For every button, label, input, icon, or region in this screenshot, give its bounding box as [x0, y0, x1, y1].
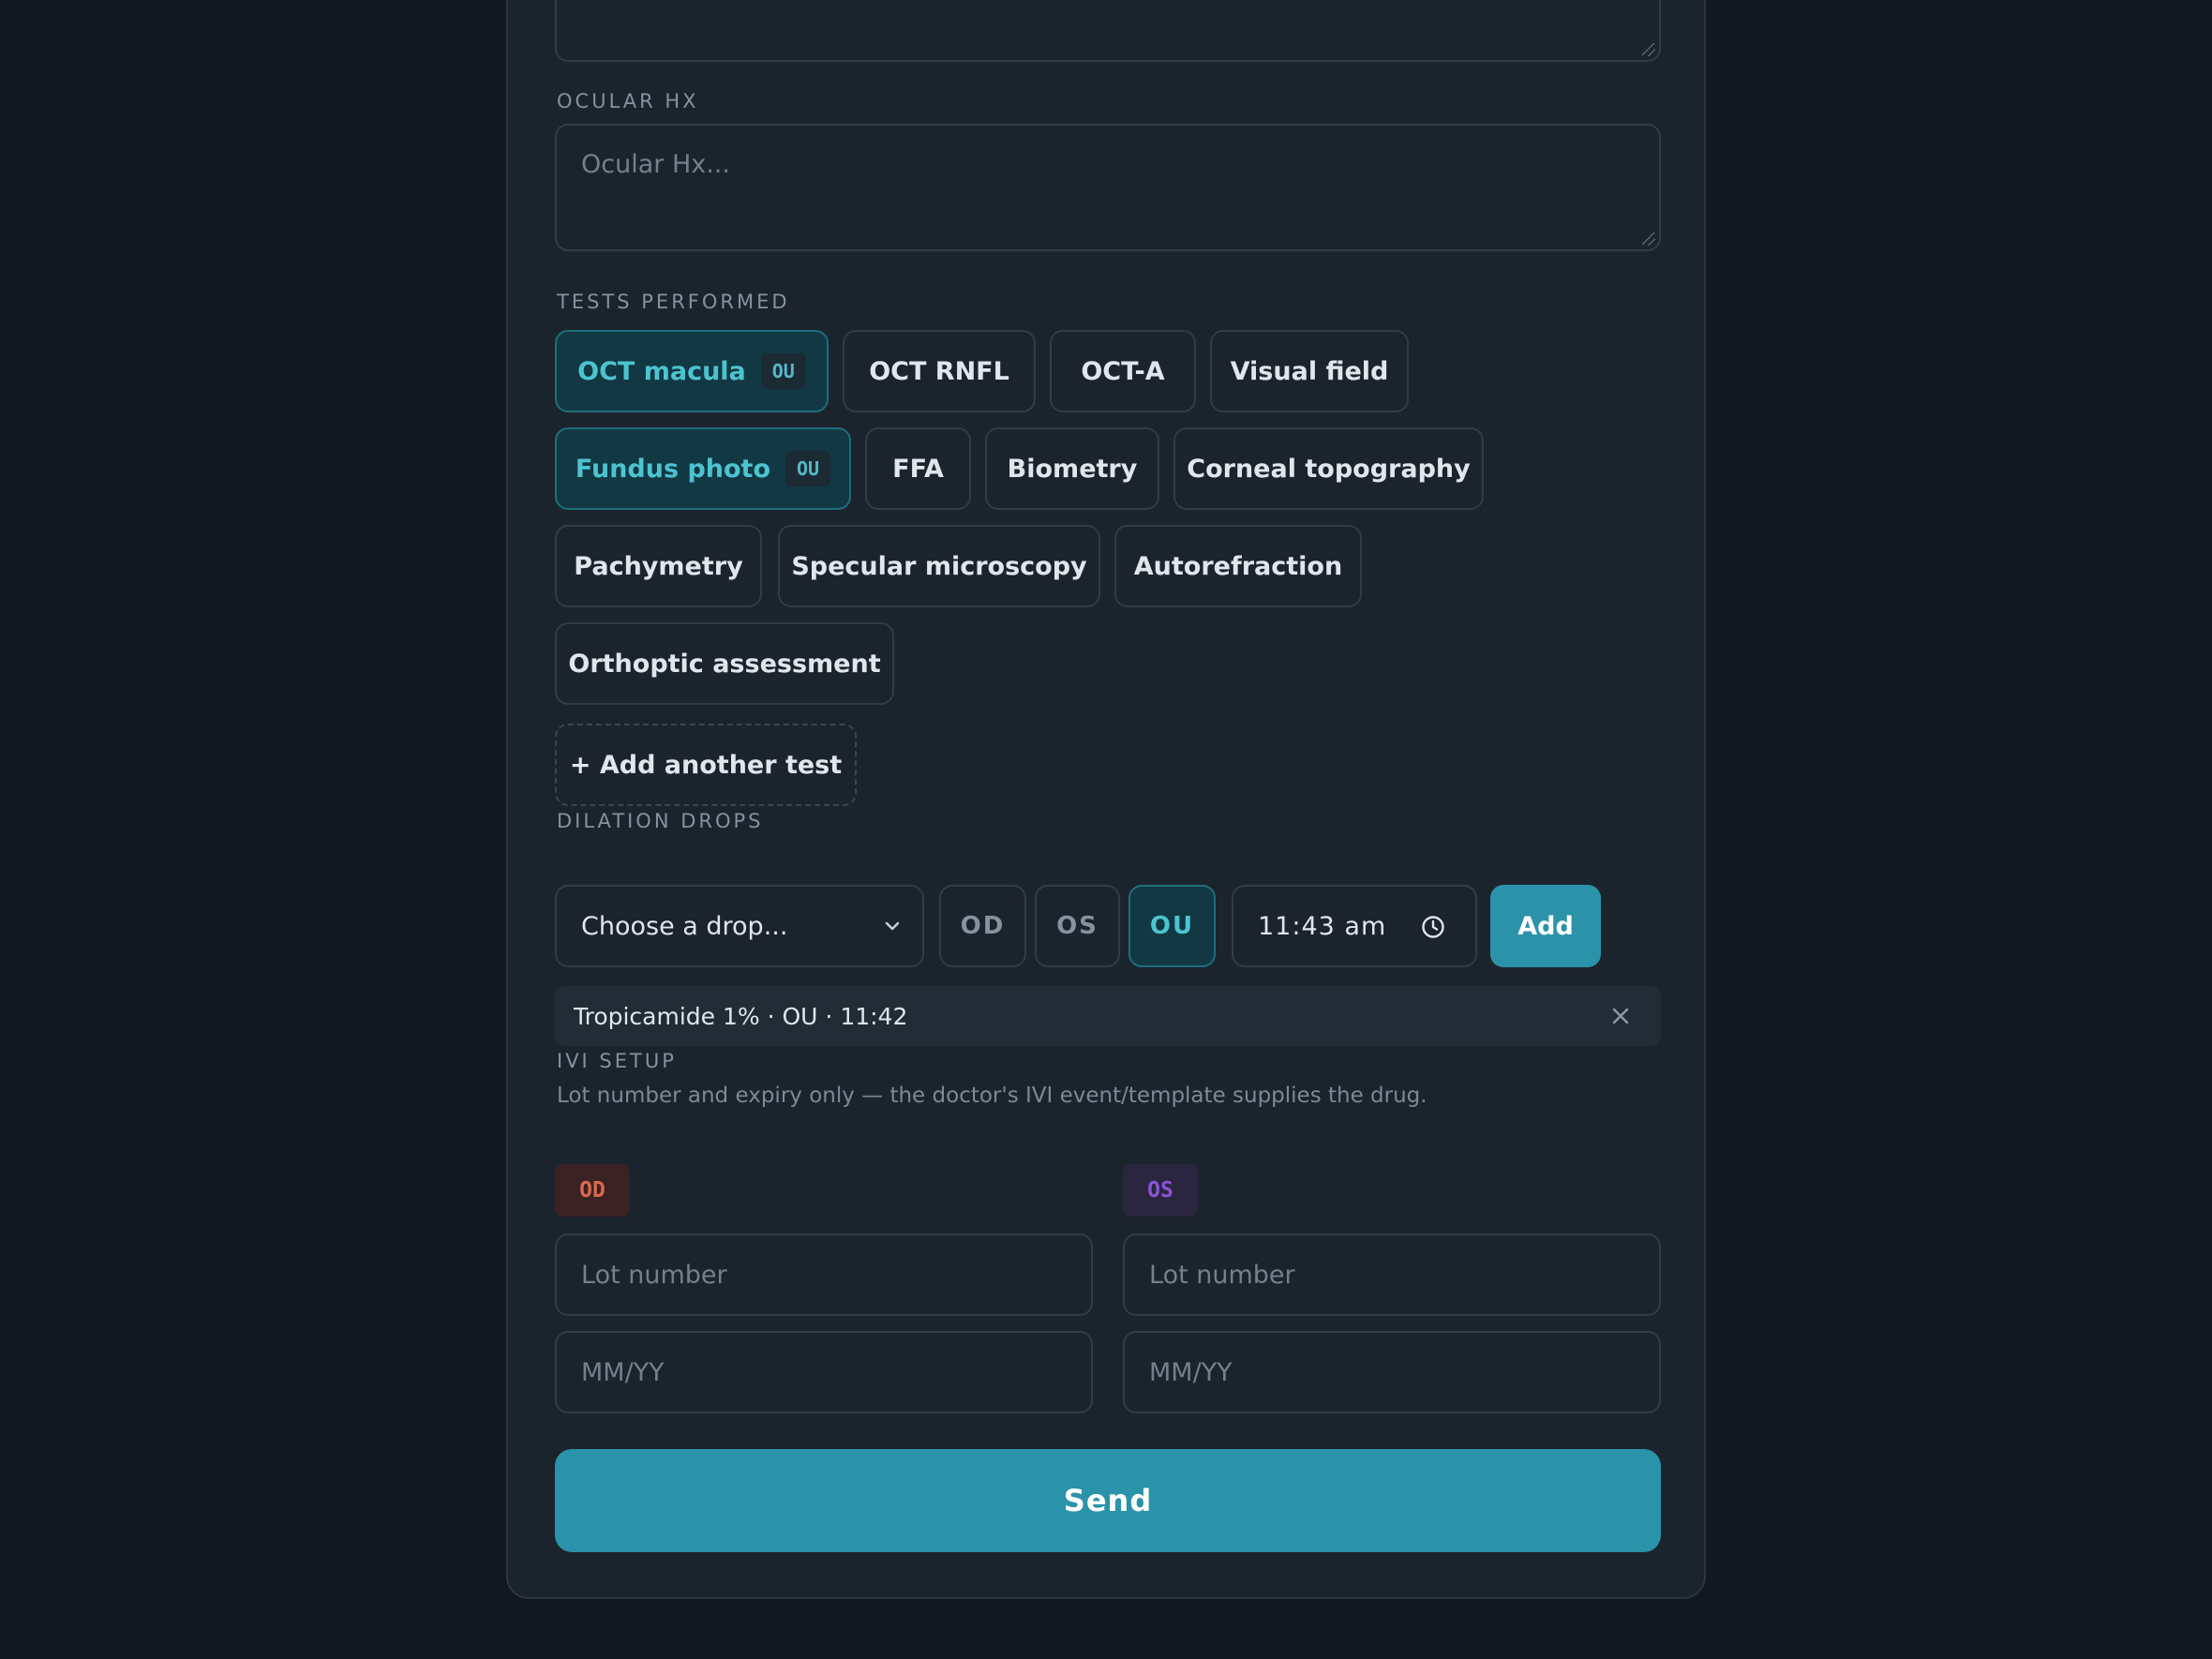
dilation-drops-label: DILATION DROPS — [557, 810, 764, 832]
test-chip-label: Biometry — [1007, 454, 1138, 484]
ivi-setup-label: IVI SETUP — [557, 1050, 677, 1072]
eye-badge: OU — [785, 451, 831, 486]
test-chip-label: Orthoptic assessment — [568, 649, 881, 679]
od-lot-number-placeholder: Lot number — [581, 1260, 727, 1290]
ocular-hx-label: OCULAR HX — [557, 90, 699, 112]
eye-toggle-od[interactable]: OD — [939, 885, 1026, 967]
ivi-hint: Lot number and expiry only — the doctor'… — [557, 1084, 1427, 1108]
ocular-hx-textarea[interactable]: Ocular Hx... — [555, 124, 1661, 251]
od-expiry-input[interactable]: MM/YY — [555, 1331, 1093, 1413]
test-chip-label: OCT RNFL — [869, 356, 1009, 386]
previous-textarea[interactable] — [555, 0, 1661, 62]
test-chip-corneal-topography[interactable]: Corneal topography — [1173, 427, 1484, 510]
add-drop-button[interactable]: Add — [1490, 885, 1601, 967]
clock-icon[interactable] — [1421, 915, 1445, 939]
resize-grip-icon[interactable] — [1642, 43, 1655, 56]
test-chip-oct-a[interactable]: OCT-A — [1050, 330, 1196, 412]
add-test-label: + Add another test — [569, 750, 843, 780]
test-chip-label: Specular microscopy — [791, 551, 1087, 581]
test-chip-oct-rnfl[interactable]: OCT RNFL — [843, 330, 1036, 412]
resize-grip-icon[interactable] — [1642, 232, 1655, 246]
test-chip-label: OCT-A — [1081, 356, 1165, 386]
time-value: 11:43 am — [1258, 911, 1387, 941]
eye-toggle-label: OD — [960, 912, 1006, 940]
tests-performed-label: TESTS PERFORMED — [557, 291, 790, 313]
drop-select[interactable]: Choose a drop... — [555, 885, 924, 967]
test-chip-label: OCT macula — [577, 356, 746, 386]
os-expiry-placeholder: MM/YY — [1149, 1357, 1233, 1387]
od-lot-number-input[interactable]: Lot number — [555, 1233, 1093, 1316]
drop-entry-text: Tropicamide 1% · OU · 11:42 — [574, 1002, 908, 1030]
add-drop-label: Add — [1517, 911, 1574, 941]
form-card: OCULAR HX Ocular Hx... TESTS PERFORMED O… — [506, 0, 1706, 1599]
eye-toggle-ou[interactable]: OU — [1128, 885, 1216, 967]
test-chip-label: Corneal topography — [1187, 454, 1471, 484]
test-chip-visual-field[interactable]: Visual field — [1210, 330, 1409, 412]
test-chip-ffa[interactable]: FFA — [865, 427, 971, 510]
add-test-button[interactable]: + Add another test — [555, 724, 857, 806]
od-expiry-placeholder: MM/YY — [581, 1357, 665, 1387]
os-lot-number-input[interactable]: Lot number — [1123, 1233, 1661, 1316]
time-input[interactable]: 11:43 am — [1232, 885, 1477, 967]
test-chip-biometry[interactable]: Biometry — [985, 427, 1159, 510]
test-chip-autorefraction[interactable]: Autorefraction — [1114, 525, 1362, 607]
send-button[interactable]: Send — [555, 1449, 1661, 1552]
test-chip-label: Visual field — [1230, 356, 1389, 386]
eye-toggle-label: OS — [1056, 912, 1099, 940]
os-lot-number-placeholder: Lot number — [1149, 1260, 1295, 1290]
test-chip-pachymetry[interactable]: Pachymetry — [555, 525, 762, 607]
eye-toggle-label: OU — [1149, 912, 1195, 940]
drop-entry: Tropicamide 1% · OU · 11:42 — [555, 986, 1661, 1046]
os-expiry-input[interactable]: MM/YY — [1123, 1331, 1661, 1413]
ocular-hx-placeholder: Ocular Hx... — [581, 150, 730, 179]
test-chip-label: Fundus photo — [575, 454, 771, 484]
send-label: Send — [1063, 1483, 1153, 1518]
close-icon[interactable] — [1612, 1008, 1629, 1024]
od-tag: OD — [555, 1164, 630, 1217]
drop-select-value: Choose a drop... — [581, 911, 788, 941]
test-chip-label: Pachymetry — [574, 551, 743, 581]
test-chip-oct-macula[interactable]: OCT macula OU — [555, 330, 829, 412]
test-chip-label: FFA — [892, 454, 944, 484]
test-chip-label: Autorefraction — [1133, 551, 1343, 581]
test-chip-fundus-photo[interactable]: Fundus photo OU — [555, 427, 851, 510]
os-tag: OS — [1123, 1164, 1198, 1217]
test-chip-specular-microscopy[interactable]: Specular microscopy — [778, 525, 1100, 607]
eye-toggle-os[interactable]: OS — [1035, 885, 1120, 967]
eye-badge: OU — [760, 353, 806, 389]
test-chip-orthoptic-assessment[interactable]: Orthoptic assessment — [555, 622, 894, 705]
chevron-down-icon — [885, 921, 900, 931]
